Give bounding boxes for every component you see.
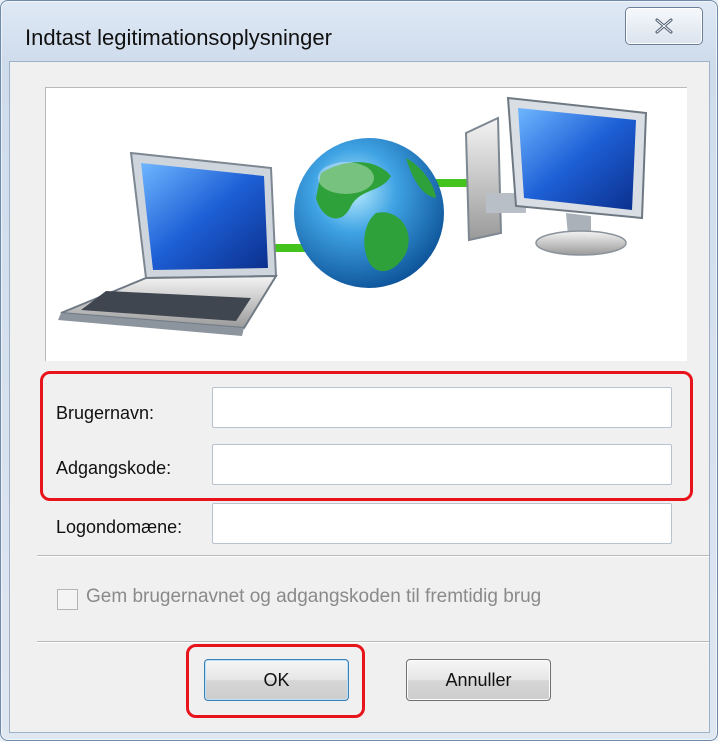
remember-checkbox-label: Gem brugernavnet og adgangskoden til fre… (86, 586, 542, 607)
separator-bottom (37, 641, 709, 643)
network-banner-image (45, 87, 687, 361)
close-button[interactable] (625, 7, 703, 45)
separator-top (37, 555, 709, 557)
domain-label: Logondomæne: (56, 517, 183, 537)
desktop-computer-icon (464, 96, 648, 256)
credentials-dialog: Indtast legitimationsoplysninger Brugern… (0, 0, 718, 741)
dialog-title: Indtast legitimationsoplysninger (25, 25, 332, 50)
globe-icon (294, 138, 444, 288)
domain-input[interactable] (212, 503, 672, 544)
remember-checkbox[interactable] (57, 589, 78, 610)
ok-button[interactable]: OK (204, 659, 349, 701)
laptop-icon (58, 151, 278, 336)
cancel-button[interactable]: Annuller (406, 659, 551, 701)
credentials-highlight (40, 371, 693, 501)
close-icon (655, 18, 673, 34)
dialog-client-area: Brugernavn: Adgangskode: Logondomæne: Ge… (9, 61, 710, 733)
